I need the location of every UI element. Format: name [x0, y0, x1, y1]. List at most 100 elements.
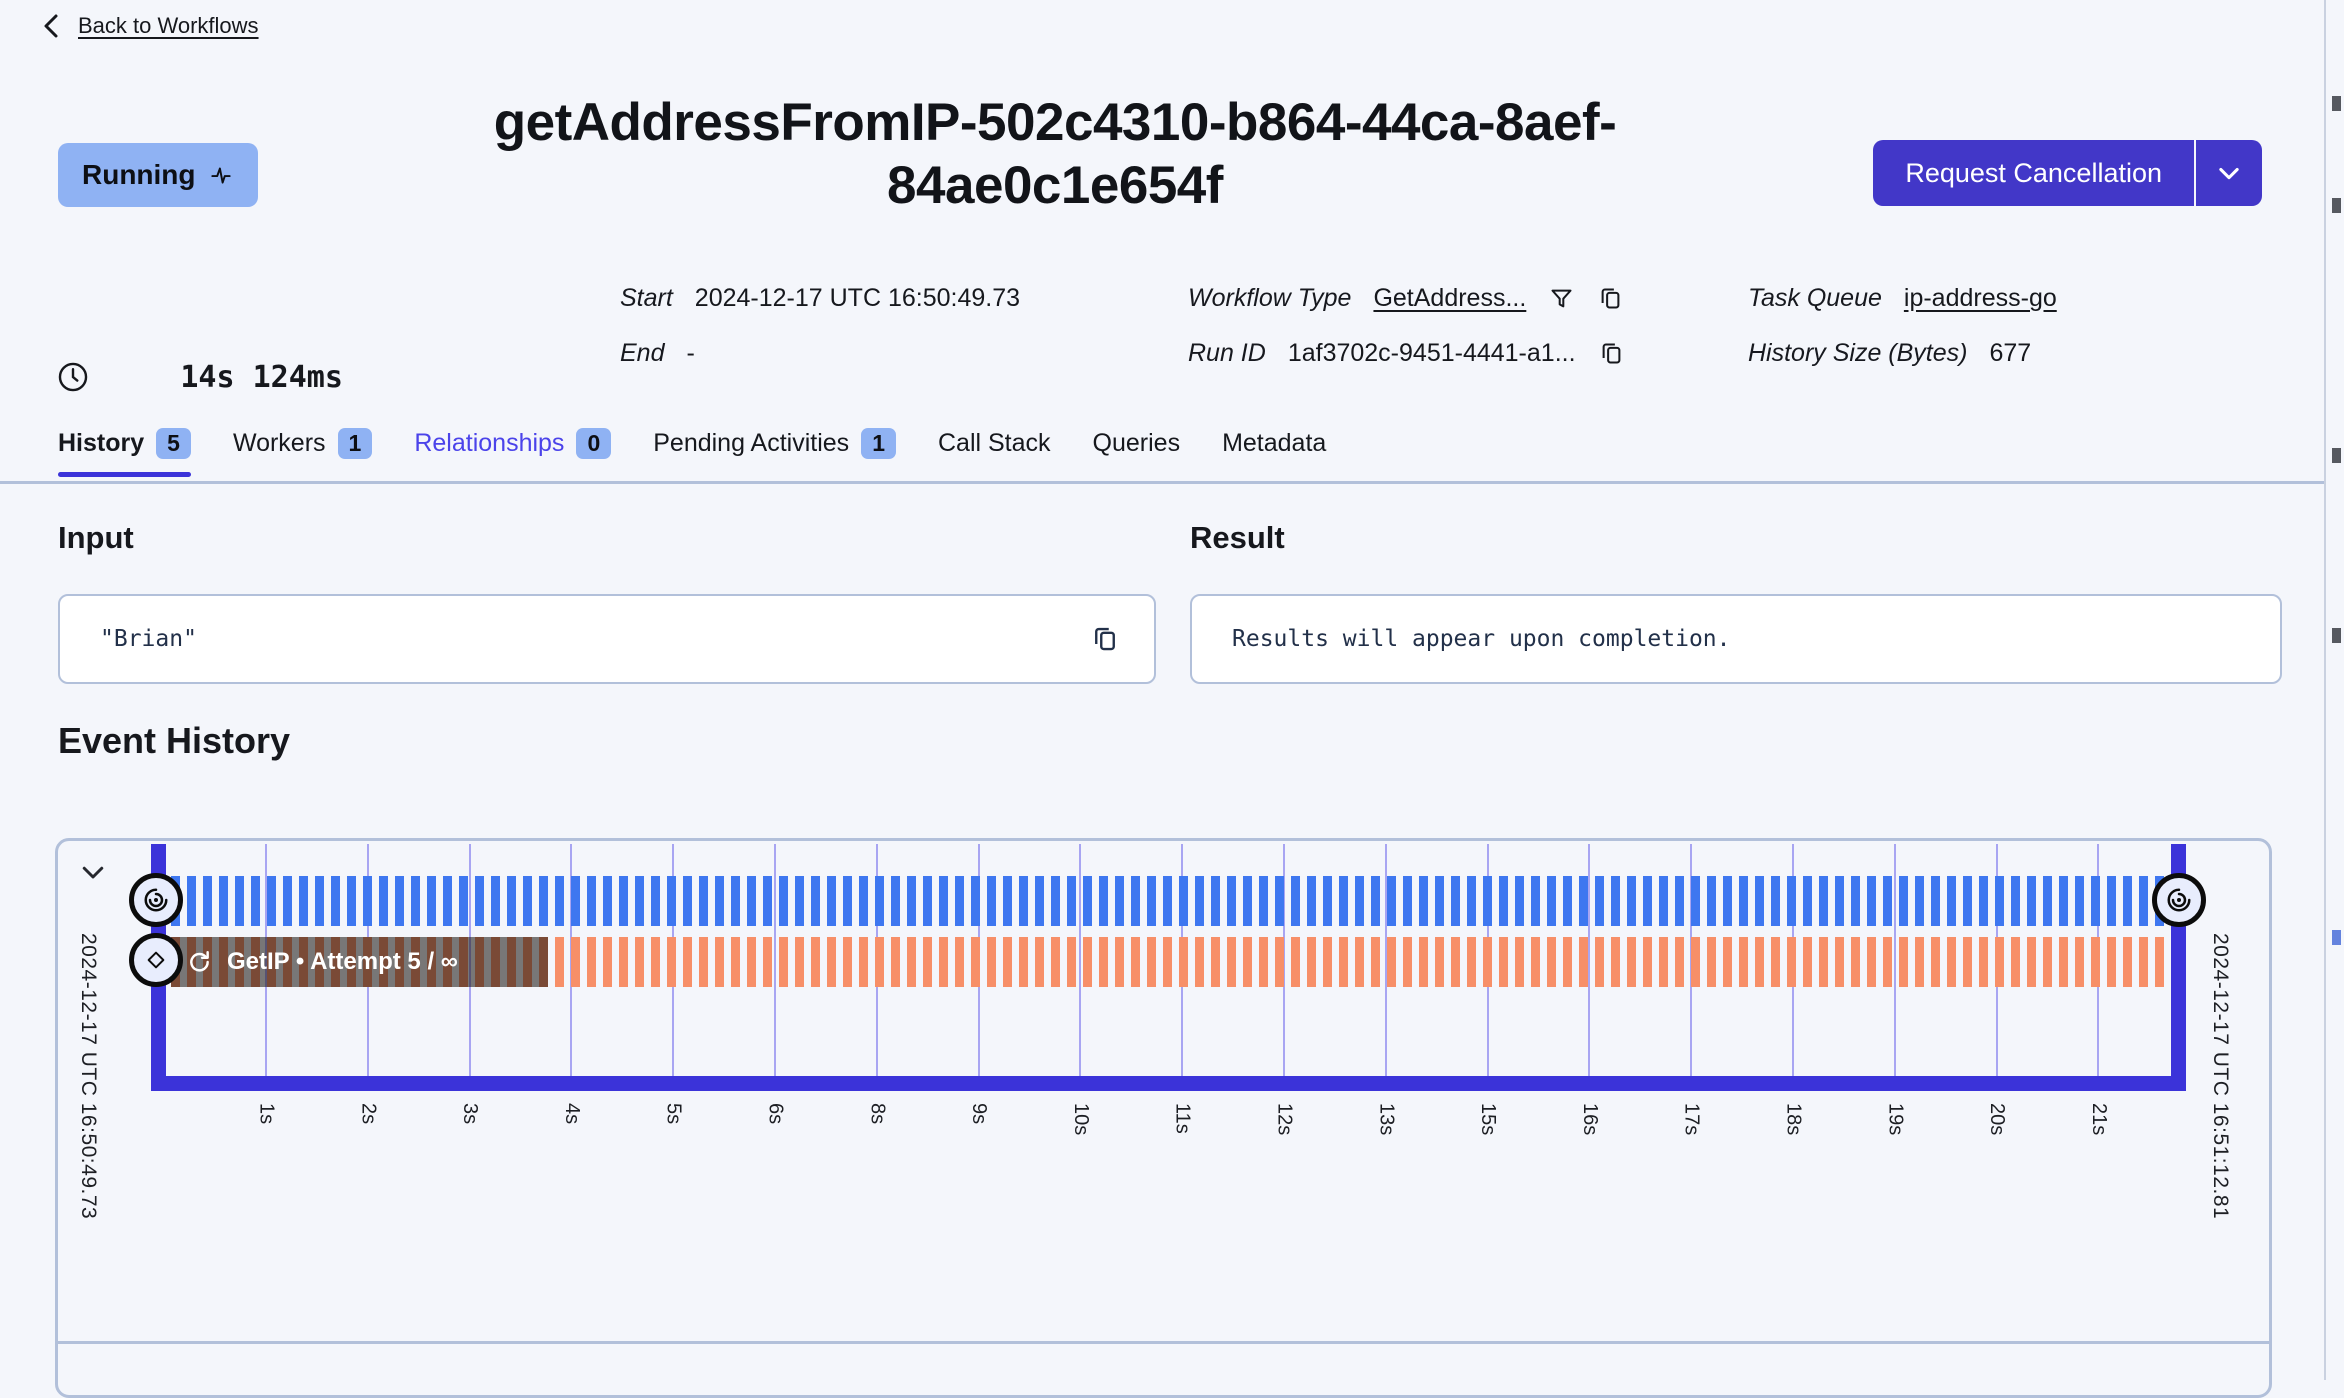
tick-label: 8s: [866, 1103, 889, 1125]
tick-label: 11s: [1171, 1103, 1194, 1134]
status-label: Running: [82, 159, 196, 190]
request-cancellation-split-button[interactable]: Request Cancellation: [1873, 140, 2262, 206]
back-link-label: Back to Workflows: [78, 13, 259, 38]
tab-label: History: [58, 429, 145, 457]
page-title: getAddressFromIP-502c4310-b864-44ca-8aef…: [320, 92, 1790, 217]
duration-value: 14s 124ms: [180, 359, 343, 395]
tick-label: 10s: [1069, 1103, 1092, 1136]
event-history-timeline: GetIP • Attempt 5 / ∞ 2024-12-17 UTC 16:…: [55, 838, 2272, 1398]
tab-count-badge: 0: [576, 428, 612, 459]
tab-workers[interactable]: Workers 1: [232, 428, 373, 461]
tick-label: 19s: [1884, 1103, 1907, 1136]
back-to-workflows-link[interactable]: Back to Workflows: [40, 12, 259, 40]
cut-off-content-fragment: [2332, 198, 2341, 213]
collapse-timeline-chevron[interactable]: [76, 857, 110, 887]
tab-label: Relationships: [414, 429, 565, 457]
copy-icon[interactable]: [1090, 624, 1120, 654]
timeline-section-divider: [55, 1341, 2272, 1344]
workflow-running-marker[interactable]: [129, 873, 183, 927]
status-badge[interactable]: Running: [58, 143, 258, 207]
history-size-label: History Size (Bytes): [1748, 339, 1968, 367]
pending-activity-marker[interactable]: [129, 933, 183, 987]
activity-label-overlay[interactable]: GetIP • Attempt 5 / ∞: [171, 937, 548, 987]
tick-label: 3s: [459, 1103, 482, 1125]
tab-label: Metadata: [1222, 429, 1327, 457]
result-value-box: Results will appear upon completion.: [1190, 594, 2282, 684]
tick-label: 2s: [357, 1103, 380, 1125]
start-value: 2024-12-17 UTC 16:50:49.73: [694, 284, 1021, 312]
tab-divider: [0, 481, 2344, 484]
tab-bar: History 5 Workers 1 Relationships 0 Pending Ac…: [58, 428, 1326, 477]
tab-pending-activities[interactable]: Pending Activities 1: [653, 428, 896, 461]
activity-label: GetIP • Attempt 5 / ∞: [227, 948, 458, 975]
tab-metadata[interactable]: Metadata: [1222, 429, 1326, 460]
result-heading: Result: [1190, 520, 1285, 555]
activity-execution-bar[interactable]: GetIP • Attempt 5 / ∞: [171, 937, 2171, 987]
tab-label: Workers: [232, 429, 326, 457]
cut-off-content-fragment: [2332, 628, 2341, 643]
tab-count-badge: 5: [156, 428, 191, 459]
tick-label: 1s: [255, 1103, 278, 1125]
end-label: End: [620, 339, 665, 367]
cut-off-content-fragment: [2332, 96, 2341, 111]
tick-label: 5s: [662, 1103, 685, 1125]
timeline-axis-bar: [151, 1076, 2186, 1091]
input-value-box: "Brian": [58, 594, 1156, 684]
workflow-type-label: Workflow Type: [1188, 284, 1352, 312]
chevron-left-icon: [40, 12, 64, 40]
tick-label: 6s: [764, 1103, 787, 1125]
right-edge-scroll-sliver[interactable]: [2324, 0, 2344, 1380]
input-heading: Input: [58, 520, 134, 555]
filter-icon[interactable]: [1548, 285, 1575, 312]
history-size-value: 677: [1989, 339, 2032, 367]
result-value: Results will appear upon completion.: [1232, 626, 1731, 652]
event-history-heading: Event History: [58, 720, 291, 761]
spiral-icon: [2167, 888, 2191, 912]
task-queue-label: Task Queue: [1748, 284, 1882, 312]
input-value: "Brian": [100, 626, 197, 652]
retry-icon: [185, 948, 213, 976]
tick-label: 4s: [560, 1103, 583, 1125]
tick-label: 13s: [1375, 1103, 1398, 1136]
cut-off-content-fragment: [2332, 448, 2341, 463]
tab-history[interactable]: History 5: [58, 428, 191, 477]
tick-label: 18s: [1782, 1103, 1805, 1136]
heartbeat-icon: [208, 162, 234, 188]
chevron-down-icon: [2219, 167, 2239, 180]
tick-label: 15s: [1477, 1103, 1500, 1136]
run-id-value: 1af3702c-9451-4441-a1...: [1287, 339, 1576, 367]
tab-relationships[interactable]: Relationships 0: [414, 428, 612, 461]
diamond-icon: [147, 951, 165, 969]
run-id-label: Run ID: [1188, 339, 1266, 367]
tab-count-badge: 1: [337, 428, 373, 459]
spiral-icon: [144, 888, 168, 912]
tab-call-stack[interactable]: Call Stack: [938, 429, 1051, 460]
chevron-down-icon: [82, 866, 104, 879]
task-queue-link[interactable]: ip-address-go: [1904, 284, 2057, 313]
copy-icon[interactable]: [1597, 285, 1624, 312]
tick-label: 17s: [1680, 1103, 1703, 1136]
workflow-type-link[interactable]: GetAddress...: [1373, 284, 1526, 313]
timeline-start-timestamp: 2024-12-17 UTC 16:50:49.73: [77, 933, 100, 1220]
tick-label: 16s: [1578, 1103, 1601, 1136]
request-cancellation-button[interactable]: Request Cancellation: [1873, 140, 2194, 206]
workflow-id-line2: 84ae0c1e654f: [887, 155, 1223, 215]
tick-label: 9s: [968, 1103, 991, 1125]
tick-label: 12s: [1273, 1103, 1296, 1136]
workflow-execution-bar[interactable]: [171, 876, 2171, 926]
end-value: -: [686, 339, 695, 367]
cut-off-content-fragment: [2332, 930, 2341, 945]
start-label: Start: [620, 284, 673, 312]
tab-label: Queries: [1092, 429, 1181, 457]
tab-count-badge: 1: [861, 428, 896, 459]
tab-label: Call Stack: [937, 429, 1051, 457]
tick-label: 21s: [2087, 1103, 2110, 1136]
tab-label: Pending Activities: [653, 429, 850, 457]
timeline-end-timestamp: 2024-12-17 UTC 16:51:12.81: [2209, 933, 2232, 1220]
tick-label: 20s: [1986, 1103, 2009, 1136]
workflow-running-marker-end[interactable]: [2152, 873, 2206, 927]
copy-icon[interactable]: [1598, 340, 1625, 367]
cancel-menu-toggle[interactable]: [2196, 140, 2262, 206]
tab-queries[interactable]: Queries: [1093, 429, 1181, 460]
workflow-id-line1: getAddressFromIP-502c4310-b864-44ca-8aef…: [493, 93, 1617, 152]
